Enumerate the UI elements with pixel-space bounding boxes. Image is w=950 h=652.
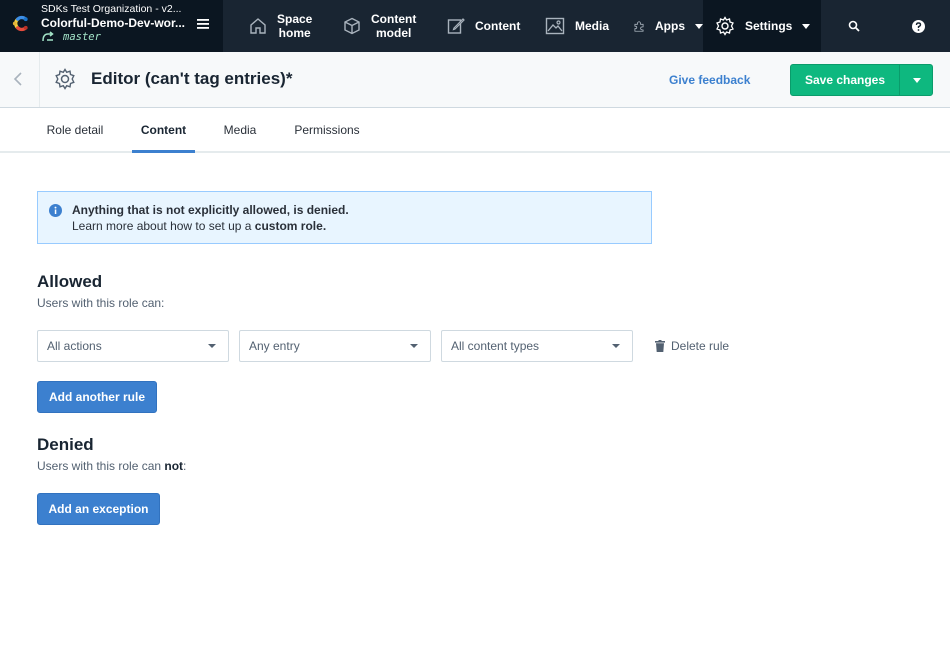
allowed-subtitle: Users with this role can: — [37, 296, 165, 310]
gear-icon — [716, 16, 734, 36]
give-feedback-link[interactable]: Give feedback — [669, 73, 750, 87]
delete-rule-label: Delete rule — [671, 339, 730, 353]
home-icon — [250, 18, 266, 34]
edit-icon — [447, 18, 465, 34]
action-select[interactable]: All actions — [37, 330, 229, 362]
chevron-down-icon — [695, 23, 703, 29]
denied-subtitle-prefix: Users with this role can — [37, 459, 162, 473]
nav-label-line: model — [375, 26, 412, 40]
space-switcher[interactable]: SDKs Test Organization - v2... Colorful-… — [0, 0, 223, 52]
hamburger-menu-icon[interactable] — [197, 18, 209, 30]
role-tabs: Role detail Content Media Permissions — [0, 108, 950, 153]
add-another-rule-button[interactable]: Add another rule — [37, 381, 157, 413]
tab-permissions[interactable]: Permissions — [285, 108, 369, 153]
nav-label-line: home — [278, 26, 311, 40]
tab-role-detail[interactable]: Role detail — [37, 108, 113, 153]
save-options-dropdown[interactable] — [899, 65, 932, 95]
nav-content-label: Content — [475, 19, 521, 33]
nav-space-home[interactable]: Space home — [223, 0, 327, 52]
allowed-heading: Allowed — [37, 272, 103, 291]
add-exception-button[interactable]: Add an exception — [37, 493, 160, 525]
nav-apps-label: Apps — [655, 19, 685, 33]
info-icon — [49, 204, 62, 217]
note-text-prefix: Learn more about how to set up a — [72, 219, 252, 233]
help-icon — [912, 19, 925, 33]
save-changes-button[interactable]: Save changes — [790, 64, 933, 96]
search-icon — [848, 20, 860, 32]
settings-gear-icon — [55, 68, 75, 90]
nav-space-home-label: Space home — [277, 12, 312, 40]
space-name: Colorful-Demo-Dev-wor... — [41, 16, 186, 30]
entry-select[interactable]: Any entry — [239, 330, 431, 362]
chevron-left-icon — [13, 72, 22, 86]
contentful-logo-icon — [12, 15, 28, 32]
chevron-down-icon — [802, 23, 811, 29]
save-changes-label: Save changes — [804, 73, 886, 87]
search-button[interactable] — [821, 0, 897, 52]
note-title: Anything that is not explicitly allowed,… — [72, 203, 349, 217]
nav-media-label: Media — [575, 19, 610, 33]
nav-label-line: Space — [277, 12, 313, 26]
page-title: Editor (can't tag entries)* — [91, 69, 293, 88]
nav-label-line: Content — [371, 12, 417, 26]
content-type-select[interactable]: All content types — [441, 330, 633, 362]
environment-icon — [42, 31, 54, 42]
nav-settings[interactable]: Settings — [703, 0, 821, 52]
info-note: Anything that is not explicitly allowed,… — [37, 191, 652, 244]
denied-subtitle-bold: not — [164, 459, 184, 473]
workbench-header: Editor (can't tag entries)* Give feedbac… — [0, 52, 950, 108]
nav-content[interactable]: Content — [431, 0, 521, 52]
nav-apps[interactable]: Apps — [611, 0, 703, 52]
environment-name: master — [63, 31, 101, 43]
tab-content[interactable]: Content — [132, 108, 195, 153]
image-icon — [545, 17, 565, 35]
org-name: SDKs Test Organization - v2... — [41, 3, 182, 15]
denied-subtitle-suffix: : — [183, 459, 187, 473]
nav-content-model[interactable]: Content model — [327, 0, 431, 52]
denied-heading: Denied — [37, 435, 94, 454]
back-button[interactable] — [0, 52, 40, 107]
nav-media[interactable]: Media — [521, 0, 611, 52]
custom-role-link[interactable]: custom role. — [255, 219, 326, 233]
nav-settings-label: Settings — [745, 19, 793, 33]
nav-content-model-label: Content model — [371, 12, 416, 40]
help-button[interactable] — [897, 0, 950, 52]
trash-icon — [655, 340, 665, 352]
note-text: Learn more about how to set up a custom … — [72, 219, 326, 233]
top-navigation: SDKs Test Organization - v2... Colorful-… — [0, 0, 950, 52]
tab-media[interactable]: Media — [214, 108, 266, 153]
puzzle-icon — [634, 20, 644, 32]
cube-icon — [344, 17, 360, 35]
delete-rule-button[interactable]: Delete rule — [655, 339, 729, 353]
denied-subtitle: Users with this role can not: — [37, 459, 186, 473]
